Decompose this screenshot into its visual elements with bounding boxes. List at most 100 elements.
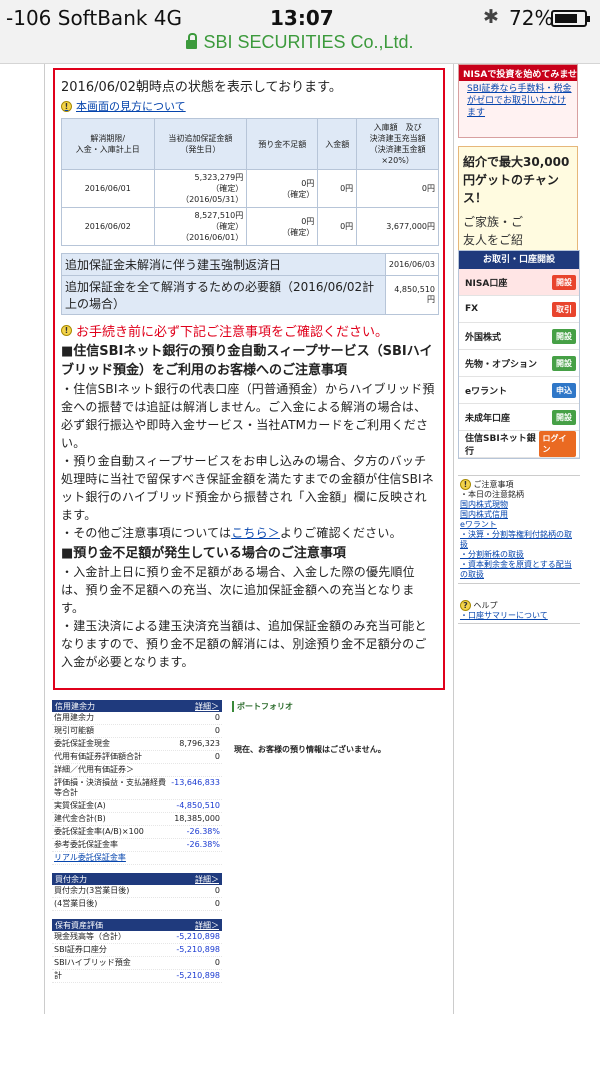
row-label: 現金残高等（合計） (54, 932, 126, 941)
row-label: 委託保証金率(A/B)×100 (54, 827, 144, 836)
nisa-banner-link[interactable]: SBI証券なら手数料・税金がゼロでお取引いただけます (467, 83, 573, 119)
th-deadline: 解消期限/ 入金・入庫計上日 (61, 118, 155, 170)
row-label: 信用建余力 (54, 713, 94, 722)
table-row: 実質保証金(A) -4,850,510 (52, 800, 222, 813)
row-value: 0 (214, 726, 220, 735)
buy-detail-link[interactable]: 詳細＞ (195, 874, 219, 885)
assets-detail-link[interactable]: 詳細＞ (195, 920, 219, 931)
row-value: -5,210,898 (176, 932, 220, 941)
account-action-button[interactable]: 申込 (552, 382, 576, 398)
nisa-banner[interactable]: NISAで投資を始めてみませんか？ SBI証券なら手数料・税金がゼロでお取引いた… (458, 64, 578, 138)
row-label: 評価損・決済損益・支払諸経費等合計 (54, 778, 166, 797)
table-row: 委託保証金率(A/B)×100 -26.38% (52, 826, 222, 839)
promo-title: 紹介で最大30,000円ゲットのチャンス！ (463, 155, 570, 205)
required-value: 4,850,510円 (384, 275, 440, 315)
help-links: ? ヘルプ ・口座サマリーについて (458, 598, 580, 624)
notice-links: ! ご注意事項 ・本日の注意銘柄 国内株式現物 国内株式信用 eワラント ・決算・分割等… (458, 475, 580, 584)
row-label: 詳細／代用有価証券＞ (54, 765, 134, 774)
notice-text: ・預り金自動スィープサービスをお申し込みの場合、夕方のバッチ処理時に当社で留保す… (61, 454, 434, 522)
th-initial: 当初追加保証金額 （発生日） (153, 118, 248, 170)
table-row: 詳細／代用有価証券＞ (52, 764, 222, 777)
account-menu-item[interactable]: NISA口座 開設 (459, 269, 579, 296)
notice-link: ・本日の注意銘柄 (460, 490, 524, 499)
table-row: 信用建余力 0 (52, 712, 222, 725)
table-row: (4営業日後) 0 (52, 898, 222, 911)
url-text: SBI SECURITIES Co.,Ltd. (203, 32, 414, 52)
row-value: -26.38% (186, 840, 220, 849)
row-label: 現引可能額 (54, 726, 94, 735)
account-menu-item[interactable]: eワラント 申込 (459, 377, 579, 404)
required-label: 追加保証金を全て解消するための必要額（2016/06/02計上の場合） (61, 275, 386, 315)
row-value: 0 (214, 899, 220, 908)
url-bar[interactable]: SBI SECURITIES Co.,Ltd. (0, 32, 600, 53)
help-link[interactable]: ・口座サマリーについて (460, 611, 578, 621)
warning-line: ! お手続き前に必ず下記ご注意事項をご確認ください。 (61, 321, 437, 340)
account-action-button[interactable]: ログイン (538, 431, 576, 457)
notice-link[interactable]: ・資本剰余金を原資とする配当の取扱 (460, 560, 578, 580)
credit-detail-link[interactable]: 詳細＞ (195, 701, 219, 712)
account-label: 未成年口座 (465, 413, 511, 424)
lock-icon (186, 33, 198, 49)
portfolio-message: 現在、お客様の預り情報はございません。 (234, 745, 386, 754)
row-value: 0 (214, 958, 220, 967)
row-value: -26.38% (186, 827, 220, 836)
row-label: 委託保証金現金 (54, 739, 110, 748)
info-icon: ! (61, 100, 72, 112)
notice-link[interactable]: eワラント (460, 520, 578, 530)
account-action-button[interactable]: 開設 (552, 355, 576, 371)
table-row: SBIハイブリッド預金 0 (52, 957, 222, 970)
forced-value: 2016/06/03 (384, 253, 440, 276)
row-value: 0 (214, 886, 220, 895)
howto-link[interactable]: ! 本画面の見方について (61, 98, 437, 114)
notice-link[interactable]: 国内株式現物 (460, 500, 578, 510)
notice-text: ・その他ご注意事項についてはこちら＞よりご確認ください。 (61, 526, 402, 540)
account-label: NISA口座 (465, 278, 508, 289)
portfolio-title: ポートフォリオ (232, 701, 293, 712)
summary-panel: 信用建余力 詳細＞ 信用建余力 0 現引可能額 0 委託保証金現金 8,796,323 代用有… (52, 700, 222, 983)
account-menu-item[interactable]: 未成年口座 開設 (459, 404, 579, 431)
table-row: 買付余力(3営業日後) 0 (52, 885, 222, 898)
notice-link[interactable]: ・分割新株の取扱 (460, 550, 578, 560)
row-label: 代用有価証券評価額合計 (54, 752, 142, 761)
table-row: 2016/06/02 8,527,510円 （確定） （2016/06/01） 0円… (61, 207, 439, 246)
warning-icon: ! (61, 325, 72, 336)
row-value: -13,646,833 (171, 778, 220, 787)
forced-label: 追加保証金未解消に伴う建玉強制返済日 (61, 253, 386, 276)
account-action-button[interactable]: 開設 (552, 409, 576, 425)
account-action-button[interactable]: 開設 (552, 328, 576, 344)
account-action-button[interactable]: 開設 (552, 274, 576, 290)
notice-text: ・住信SBIネット銀行の代表口座（円普通預金）からハイブリッド預金への振替では追… (61, 382, 435, 450)
notice-text: ・入金計上日に預り金不足額がある場合、入金した際の優先順位は、預り金不足額への充… (61, 565, 415, 615)
bluetooth-icon: ✱ (483, 6, 499, 28)
row-label: 買付余力(3営業日後) (54, 886, 130, 895)
alert-title: 2016/06/02朝時点の状態を表示しております。 (61, 80, 342, 95)
clock: 13:07 (270, 6, 334, 30)
row-value: 18,385,000 (174, 814, 220, 823)
nisa-banner-title: NISAで投資を始めてみませんか？ (459, 65, 577, 81)
account-menu-title: お取引・口座開設 (459, 251, 579, 269)
account-menu-item[interactable]: 先物・オプション 開設 (459, 350, 579, 377)
table-row: 評価損・決済損益・支払諸経費等合計 -13,646,833 (52, 777, 222, 800)
notice-heading-sweep: ■住信SBIネット銀行の預り金自動スィープサービス（SBIハイブリッド預金）をご… (61, 344, 433, 378)
account-label: FX (465, 304, 479, 314)
notice-link[interactable]: ・決算・分割等権利付銘柄の取扱 (460, 530, 578, 550)
margin-table: 解消期限/ 入金・入庫計上日 当初追加保証金額 （発生日） 預り金不足額 入金額… (61, 118, 439, 246)
carrier: -106 SoftBank 4G (6, 6, 183, 30)
credit-header: 信用建余力 詳細＞ (52, 700, 222, 712)
real-margin-link[interactable]: リアル委託保証金率 (54, 853, 126, 863)
row-label: 参考委託保証金率 (54, 840, 118, 849)
account-menu-item[interactable]: 住信SBIネット銀行 ログイン (459, 431, 579, 458)
row-value: -4,850,510 (176, 801, 220, 810)
table-row: 委託保証金現金 8,796,323 (52, 738, 222, 751)
here-link[interactable]: こちら＞ (231, 526, 280, 540)
table-row: 2016/06/01 5,323,279円 （確定） （2016/05/31） 0円… (61, 169, 439, 208)
row-value: -5,210,898 (176, 945, 220, 954)
account-menu-item[interactable]: 外国株式 開設 (459, 323, 579, 350)
info-icon: ! (460, 479, 471, 490)
account-menu-item[interactable]: FX 取引 (459, 296, 579, 323)
table-row: 代用有価証券評価額合計 0 (52, 751, 222, 764)
notice-link[interactable]: 国内株式信用 (460, 510, 578, 520)
buy-header: 買付余力 詳細＞ (52, 873, 222, 885)
row-label: 実質保証金(A) (54, 801, 106, 810)
account-action-button[interactable]: 取引 (552, 301, 576, 317)
